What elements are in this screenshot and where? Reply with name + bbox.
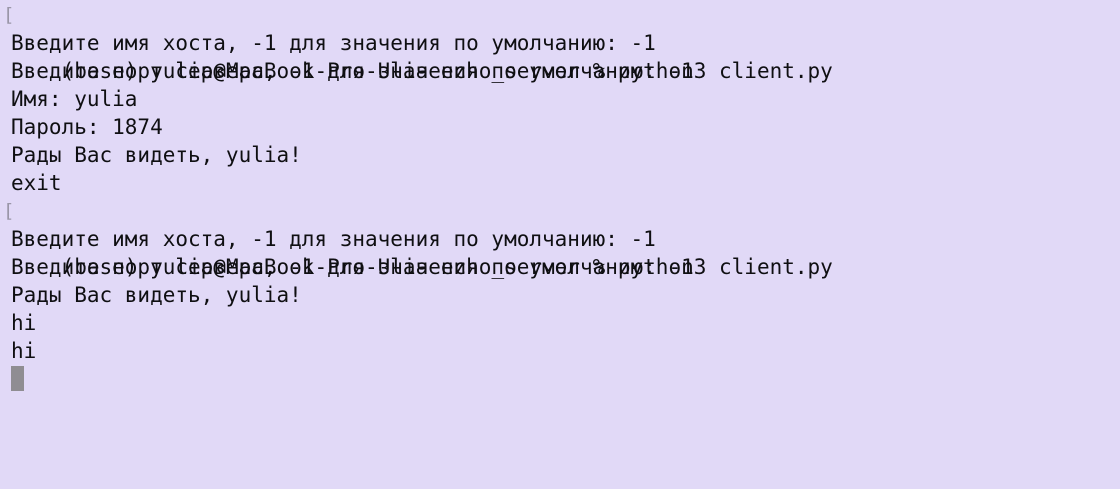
- output-line: Введите имя хоста, -1 для значения по ум…: [11, 227, 656, 251]
- output-line: Введите порт сервера, -1 для значения по…: [11, 59, 694, 83]
- output-line: exit: [11, 171, 62, 195]
- prompt-line: [ (base) yulia@MacBook-Pro-Ulia echo_ser…: [3, 197, 1120, 279]
- output-line: Рады Вас видеть, yulia!: [11, 143, 302, 167]
- output-line: Пароль: 1874: [11, 115, 163, 139]
- output-line: hi: [11, 339, 37, 363]
- output-line: Имя: yulia: [11, 87, 138, 111]
- prompt-line: [ (base) yulia@MacBook-Pro-Ulia echo_ser…: [3, 1, 1120, 83]
- command-mark: [: [3, 4, 15, 26]
- output-line: Рады Вас видеть, yulia!: [11, 283, 302, 307]
- terminal-window[interactable]: [ (base) yulia@MacBook-Pro-Ulia echo_ser…: [0, 1, 1120, 489]
- output-line: Введите порт сервера, -1 для значения по…: [11, 255, 694, 279]
- command-mark: [: [3, 200, 15, 222]
- text-cursor[interactable]: [11, 366, 24, 391]
- output-line: Введите имя хоста, -1 для значения по ум…: [11, 31, 656, 55]
- output-line: hi: [11, 311, 37, 335]
- input-line[interactable]: [11, 365, 1120, 393]
